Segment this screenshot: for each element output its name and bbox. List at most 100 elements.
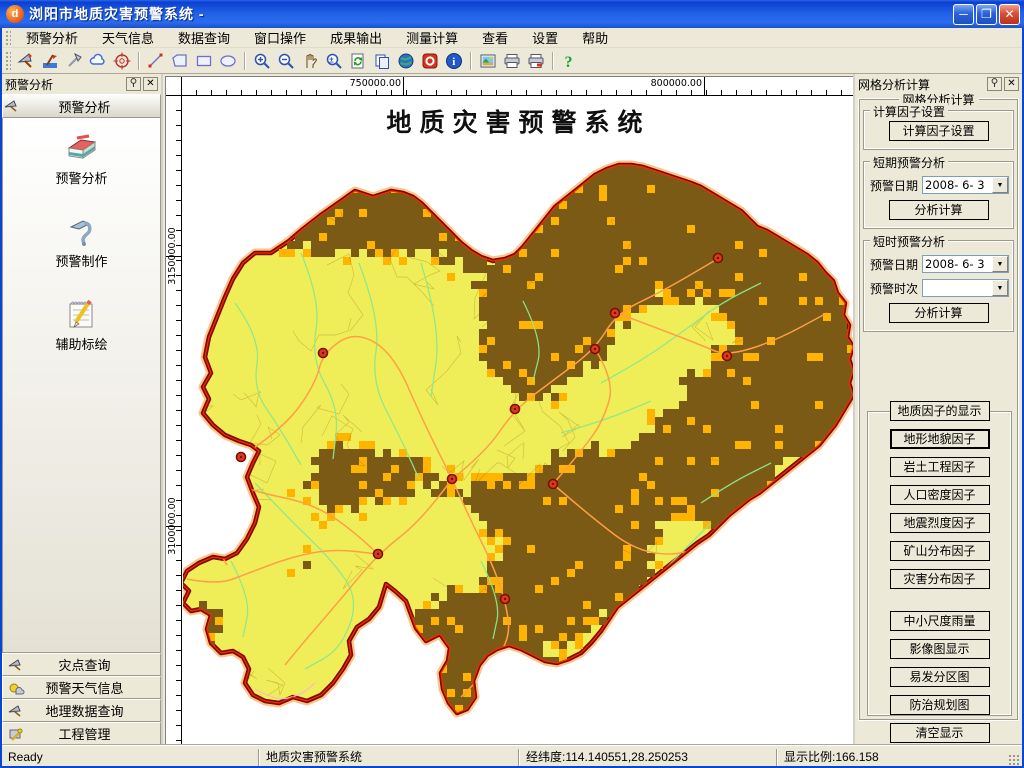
- right-panel: 网格分析计算 ✕ 网格分析计算 计算因子设置 计算因子设置 短期预警分析 预警日…: [853, 74, 1022, 745]
- menu-data-query[interactable]: 数据查询: [166, 26, 242, 49]
- dish-icon: [3, 98, 23, 114]
- geotech-factor-button[interactable]: 岩土工程因子: [890, 457, 990, 477]
- dish-icon: [7, 657, 27, 673]
- left-panel-titlebar: 预警分析 ✕: [2, 74, 161, 94]
- menu-warning-analysis[interactable]: 预警分析: [14, 26, 90, 49]
- maker-tool-icon: [63, 213, 99, 247]
- short-time-group: 短时预警分析 预警日期 2008- 6- 3 ▼ 预警时次 ▼: [863, 240, 1014, 332]
- chevron-down-icon[interactable]: ▼: [992, 256, 1008, 272]
- menu-result-output[interactable]: 成果输出: [318, 26, 394, 49]
- menu-gripper[interactable]: [5, 30, 11, 45]
- zoom-in-icon[interactable]: [250, 50, 274, 72]
- short-term-analyze-button[interactable]: 分析计算: [889, 200, 989, 220]
- horizontal-ruler: 750000.00800000.00: [182, 77, 854, 96]
- draw-ellipse-icon[interactable]: [216, 50, 240, 72]
- combo-value: 2008- 6- 3: [923, 177, 992, 193]
- print-preview-icon[interactable]: [524, 50, 548, 72]
- chevron-down-icon[interactable]: ▼: [992, 280, 1008, 296]
- calc-factor-settings-button[interactable]: 计算因子设置: [889, 121, 989, 141]
- seismic-factor-button[interactable]: 地震烈度因子: [890, 513, 990, 533]
- stop-icon[interactable]: [418, 50, 442, 72]
- rainfall-display-button[interactable]: 中小尺度雨量: [890, 611, 990, 631]
- help-icon[interactable]: ?: [558, 50, 582, 72]
- warning-date-label: 预警日期: [870, 177, 922, 194]
- bar-warning-weather[interactable]: 预警天气信息: [2, 676, 161, 699]
- menu-weather-info[interactable]: 天气信息: [90, 26, 166, 49]
- zoom-extent-icon[interactable]: ±: [322, 50, 346, 72]
- image-display-button[interactable]: 影像图显示: [890, 639, 990, 659]
- menu-window-ops[interactable]: 窗口操作: [242, 26, 318, 49]
- pin-icon[interactable]: [987, 77, 1002, 91]
- refresh-icon[interactable]: [346, 50, 370, 72]
- menu-help[interactable]: 帮助: [570, 26, 620, 49]
- close-icon[interactable]: ✕: [143, 77, 158, 91]
- map-canvas[interactable]: 地质灾害预警系统: [183, 97, 854, 744]
- mine-factor-button[interactable]: 矿山分布因子: [890, 541, 990, 561]
- short-time-analyze-button[interactable]: 分析计算: [889, 303, 989, 323]
- short-term-group: 短期预警分析 预警日期 2008- 6- 3 ▼ 分析计算: [863, 161, 1014, 229]
- left-panel-header[interactable]: 预警分析: [2, 94, 161, 118]
- info-icon[interactable]: i: [442, 50, 466, 72]
- cloud-icon[interactable]: [86, 50, 110, 72]
- disaster-risk-map[interactable]: [183, 97, 854, 744]
- survey-icon[interactable]: [38, 50, 62, 72]
- geo-factors-group: 地质因子的显示 地形地貌因子 岩土工程因子 人口密度因子 地震烈度因子 矿山分布…: [867, 411, 1012, 716]
- ruler-label: 3150000.00: [167, 227, 178, 284]
- toolbar: ± i ?: [2, 48, 1022, 74]
- warning-date-label: 预警日期: [870, 256, 922, 273]
- bar-project-management[interactable]: 工程管理: [2, 722, 161, 745]
- bar-label: 地理数据查询: [27, 701, 160, 720]
- locate-target-icon[interactable]: [110, 50, 134, 72]
- menu-bar: 预警分析 天气信息 数据查询 窗口操作 成果输出 测量计算 查看 设置 帮助: [2, 28, 1022, 48]
- warning-date-combobox[interactable]: 2008- 6- 3 ▼: [922, 255, 1009, 273]
- terrain-factor-button[interactable]: 地形地貌因子: [890, 429, 990, 449]
- item-warning-analysis[interactable]: 预警分析: [55, 130, 107, 187]
- right-panel-title: 网格分析计算: [858, 76, 985, 93]
- draw-rectangle-icon[interactable]: [192, 50, 216, 72]
- print-icon[interactable]: [500, 50, 524, 72]
- draw-line-icon[interactable]: [144, 50, 168, 72]
- menu-settings[interactable]: 设置: [520, 26, 570, 49]
- copy-icon[interactable]: [370, 50, 394, 72]
- zoom-out-icon[interactable]: [274, 50, 298, 72]
- left-panel: 预警分析 ✕ 预警分析 预警分析 预警制作 辅助标绘: [2, 74, 163, 745]
- minimize-button[interactable]: ─: [953, 4, 974, 25]
- close-button[interactable]: ✕: [999, 4, 1020, 25]
- left-panel-title: 预警分析: [5, 76, 124, 93]
- resize-grip[interactable]: [1007, 753, 1020, 766]
- clear-display-button[interactable]: 清空显示: [890, 723, 990, 743]
- bar-geo-data-query[interactable]: 地理数据查询: [2, 699, 161, 722]
- ruler-label: 3100000.00: [167, 497, 178, 554]
- dish-icon: [7, 703, 27, 719]
- title-bar[interactable]: d 浏阳市地质灾害预警系统 - ─ ❐ ✕: [0, 0, 1024, 28]
- menu-measure[interactable]: 测量计算: [394, 26, 470, 49]
- item-warning-making[interactable]: 预警制作: [55, 213, 107, 270]
- image-export-icon[interactable]: [476, 50, 500, 72]
- draw-polygon-icon[interactable]: [168, 50, 192, 72]
- group-legend: 计算因子设置: [870, 103, 948, 120]
- menu-view[interactable]: 查看: [470, 26, 520, 49]
- warning-time-combobox[interactable]: ▼: [922, 279, 1009, 297]
- analysis-dish-icon[interactable]: [14, 50, 38, 72]
- map-title: 地质灾害预警系统: [183, 103, 854, 139]
- tools-icon: [7, 726, 27, 742]
- population-factor-button[interactable]: 人口密度因子: [890, 485, 990, 505]
- susceptibility-map-button[interactable]: 易发分区图: [890, 667, 990, 687]
- book-icon: [63, 130, 99, 164]
- toolbar-separator: [138, 52, 140, 70]
- toolbar-gripper[interactable]: [5, 51, 11, 71]
- chevron-down-icon[interactable]: ▼: [992, 177, 1008, 193]
- close-icon[interactable]: ✕: [1004, 77, 1019, 91]
- app-icon: d: [6, 5, 24, 23]
- hammer-icon[interactable]: [62, 50, 86, 72]
- pan-hand-icon[interactable]: [298, 50, 322, 72]
- restore-button[interactable]: ❐: [976, 4, 997, 25]
- prevention-plan-button[interactable]: 防治规划图: [890, 695, 990, 715]
- pin-icon[interactable]: [126, 77, 141, 91]
- geo-factor-display-button[interactable]: 地质因子的显示: [890, 401, 990, 421]
- disaster-factor-button[interactable]: 灾害分布因子: [890, 569, 990, 589]
- warning-date-combobox[interactable]: 2008- 6- 3 ▼: [922, 176, 1009, 194]
- bar-disaster-query[interactable]: 灾点查询: [2, 653, 161, 676]
- globe-icon[interactable]: [394, 50, 418, 72]
- item-aux-plot[interactable]: 辅助标绘: [55, 296, 107, 353]
